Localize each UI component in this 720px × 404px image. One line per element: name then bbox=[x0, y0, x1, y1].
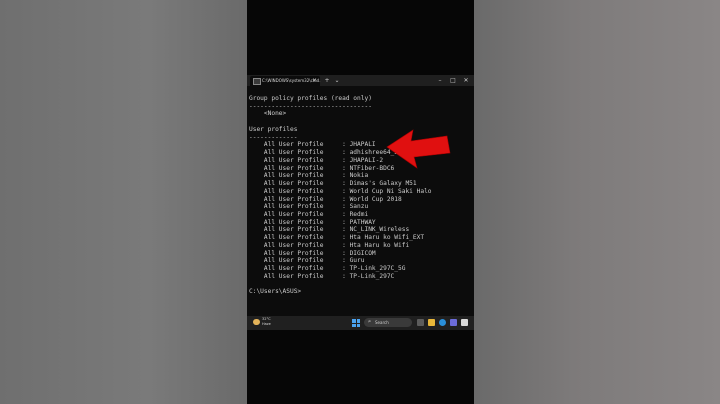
weather-desc: Haze bbox=[262, 321, 271, 326]
video-frame: C:\WINDOWS\system32\cmd. × + ⌄ – □ ✕ Gro… bbox=[247, 0, 474, 404]
weather-widget[interactable]: 32°C Haze bbox=[262, 317, 271, 326]
taskbar-search[interactable]: ⌕ Search bbox=[364, 318, 412, 327]
file-explorer-icon[interactable] bbox=[428, 319, 435, 326]
blurred-background-right bbox=[474, 0, 720, 404]
pinned-app-icon[interactable] bbox=[461, 319, 468, 326]
edge-icon[interactable] bbox=[439, 319, 446, 326]
search-icon: ⌕ bbox=[368, 319, 372, 325]
task-view-icon[interactable] bbox=[417, 319, 424, 326]
windows-taskbar: 32°C Haze ⌕ Search bbox=[247, 316, 474, 330]
windows-start-icon[interactable] bbox=[352, 319, 360, 327]
search-placeholder: Search bbox=[375, 320, 389, 325]
weather-icon[interactable] bbox=[253, 319, 260, 325]
store-icon[interactable] bbox=[450, 319, 457, 326]
blurred-background-left bbox=[0, 0, 247, 404]
red-arrow-icon bbox=[386, 129, 451, 169]
weather-temp: 32°C bbox=[262, 317, 271, 321]
